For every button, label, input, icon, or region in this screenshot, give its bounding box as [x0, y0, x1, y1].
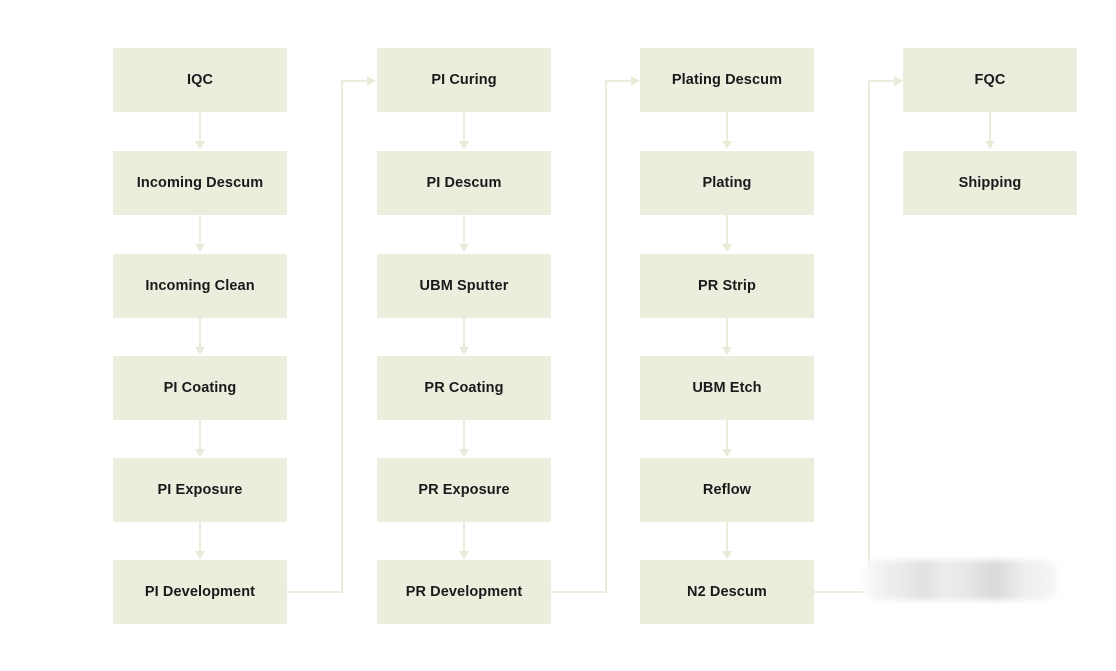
connector-col2-to-col3-segment-v — [605, 80, 607, 592]
node-label: Incoming Descum — [136, 174, 264, 191]
connector-incoming-clean-to-pi-coating — [199, 318, 201, 349]
process-node-incoming-clean[interactable]: Incoming Clean — [113, 254, 287, 318]
arrow-right-icon — [367, 76, 376, 86]
process-node-plating-descum[interactable]: Plating Descum — [640, 48, 814, 112]
node-label: Incoming Clean — [145, 277, 255, 294]
flowchart-canvas: IQC Incoming Descum Incoming Clean PI Co… — [0, 0, 1116, 671]
connector-pr-strip-to-ubm-etch — [726, 318, 728, 349]
process-node-pr-strip[interactable]: PR Strip — [640, 254, 814, 318]
node-label: Plating Descum — [671, 71, 783, 88]
node-label: Plating — [702, 174, 752, 191]
node-label: PR Development — [405, 583, 523, 600]
arrow-down-icon — [195, 551, 205, 559]
connector-col1-to-col2-segment-h1 — [287, 591, 343, 593]
connector-col1-to-col2-segment-h2 — [341, 80, 369, 82]
connector-iqc-to-incoming-descum — [199, 112, 201, 143]
node-label: N2 Descum — [687, 583, 767, 600]
arrow-down-icon — [722, 244, 732, 252]
process-node-incoming-descum[interactable]: Incoming Descum — [113, 151, 287, 215]
process-node-pi-descum[interactable]: PI Descum — [377, 151, 551, 215]
process-node-pi-development[interactable]: PI Development — [113, 560, 287, 624]
process-node-pi-exposure[interactable]: PI Exposure — [113, 458, 287, 522]
connector-col3-to-col4-segment-h2 — [868, 80, 896, 82]
process-node-plating[interactable]: Plating — [640, 151, 814, 215]
connector-plating-descum-to-plating — [726, 112, 728, 143]
node-label: PI Coating — [163, 379, 237, 396]
arrow-down-icon — [722, 347, 732, 355]
connector-col3-to-col4-segment-v — [868, 80, 870, 592]
arrow-down-icon — [459, 244, 469, 252]
arrow-down-icon — [459, 141, 469, 149]
node-label: PI Development — [144, 583, 256, 600]
process-node-pr-development[interactable]: PR Development — [377, 560, 551, 624]
node-label: PR Strip — [698, 277, 756, 294]
arrow-down-icon — [722, 551, 732, 559]
process-node-pi-coating[interactable]: PI Coating — [113, 356, 287, 420]
process-node-reflow[interactable]: Reflow — [640, 458, 814, 522]
process-node-iqc[interactable]: IQC — [113, 48, 287, 112]
connector-ubm-sputter-to-pr-coating — [463, 318, 465, 349]
arrow-down-icon — [195, 244, 205, 252]
connector-pr-exposure-to-pr-development — [463, 522, 465, 553]
arrow-down-icon — [722, 141, 732, 149]
connector-plating-to-pr-strip — [726, 215, 728, 246]
blurred-redacted-region — [862, 560, 1058, 600]
arrow-right-icon — [631, 76, 640, 86]
connector-pi-coating-to-pi-exposure — [199, 420, 201, 451]
connector-pi-exposure-to-pi-development — [199, 522, 201, 553]
connector-fqc-to-shipping — [989, 112, 991, 143]
node-label: PR Coating — [424, 379, 504, 396]
connector-ubm-etch-to-reflow — [726, 420, 728, 451]
node-label: PI Exposure — [157, 481, 243, 498]
connector-col2-to-col3-segment-h1 — [551, 591, 607, 593]
arrow-down-icon — [195, 141, 205, 149]
connector-pr-coating-to-pr-exposure — [463, 420, 465, 451]
arrow-down-icon — [195, 347, 205, 355]
connector-pi-descum-to-ubm-sputter — [463, 215, 465, 246]
arrow-down-icon — [459, 347, 469, 355]
connector-reflow-to-n2-descum — [726, 522, 728, 553]
node-label: PI Curing — [431, 71, 497, 88]
process-node-ubm-sputter[interactable]: UBM Sputter — [377, 254, 551, 318]
node-label: IQC — [186, 71, 214, 88]
node-label: Reflow — [702, 481, 752, 498]
node-label: FQC — [974, 71, 1006, 88]
process-node-shipping[interactable]: Shipping — [903, 151, 1077, 215]
arrow-down-icon — [459, 551, 469, 559]
process-node-pr-coating[interactable]: PR Coating — [377, 356, 551, 420]
node-label: PI Descum — [426, 174, 502, 191]
arrow-down-icon — [985, 141, 995, 149]
process-node-ubm-etch[interactable]: UBM Etch — [640, 356, 814, 420]
arrow-down-icon — [722, 449, 732, 457]
connector-pi-curing-to-pi-descum — [463, 112, 465, 143]
process-node-pi-curing[interactable]: PI Curing — [377, 48, 551, 112]
connector-col1-to-col2-segment-v — [341, 80, 343, 592]
arrow-right-icon — [894, 76, 903, 86]
connector-incoming-descum-to-incoming-clean — [199, 215, 201, 246]
arrow-down-icon — [195, 449, 205, 457]
node-label: Shipping — [958, 174, 1022, 191]
connector-col2-to-col3-segment-h2 — [605, 80, 633, 82]
process-node-n2-descum[interactable]: N2 Descum — [640, 560, 814, 624]
process-node-fqc[interactable]: FQC — [903, 48, 1077, 112]
connector-col3-to-col4-segment-h1 — [814, 591, 870, 593]
node-label: UBM Sputter — [419, 277, 509, 294]
process-node-pr-exposure[interactable]: PR Exposure — [377, 458, 551, 522]
node-label: PR Exposure — [418, 481, 510, 498]
node-label: UBM Etch — [692, 379, 762, 396]
arrow-down-icon — [459, 449, 469, 457]
